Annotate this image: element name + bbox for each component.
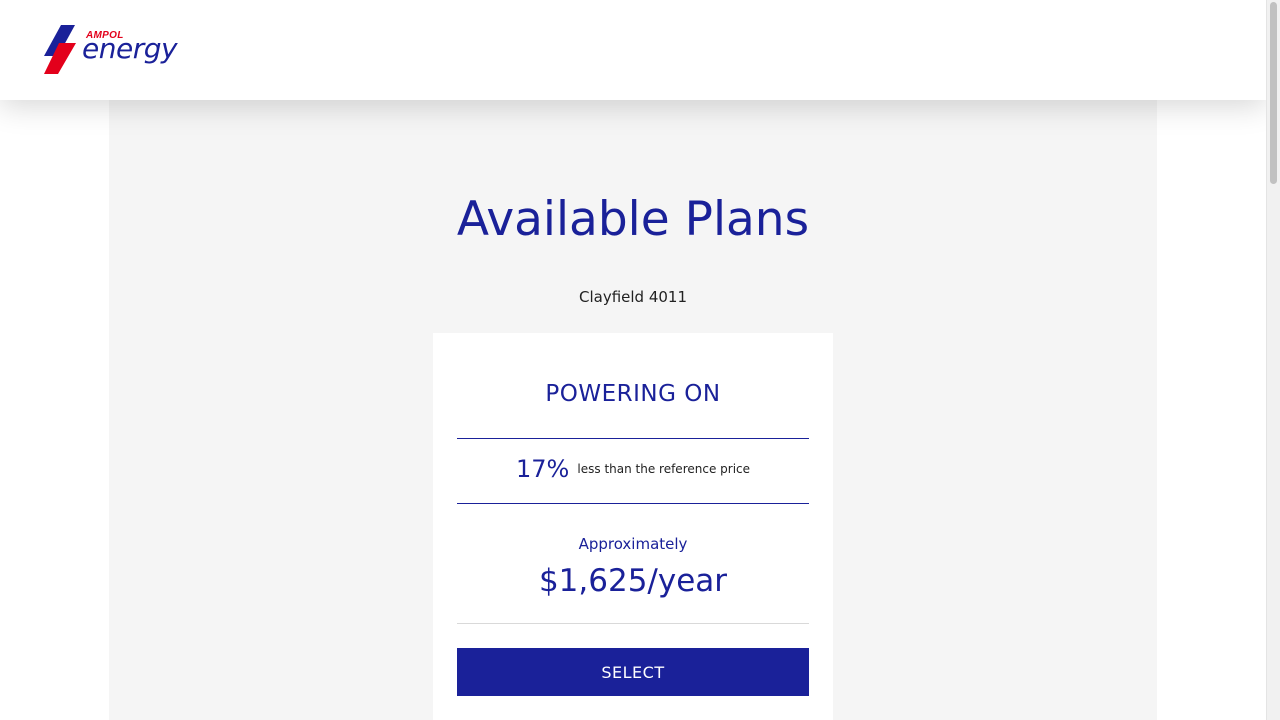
ampol-bolt-logo-icon: [44, 25, 76, 74]
logo-product-text: energy: [82, 32, 178, 65]
vertical-scrollbar[interactable]: [1266, 0, 1280, 720]
page: AMPOL energy Available Plans Clayfield 4…: [0, 0, 1280, 720]
plan-card: POWERING ON 17% less than the reference …: [433, 333, 833, 720]
select-button[interactable]: SELECT: [457, 648, 809, 696]
discount-percent: 17%: [515, 455, 570, 483]
plan-name: POWERING ON: [545, 381, 721, 407]
discount-row: 17% less than the reference price: [433, 455, 833, 483]
page-title: Available Plans: [456, 192, 810, 247]
site-header: AMPOL energy: [0, 0, 1266, 100]
scrollbar-thumb[interactable]: [1270, 2, 1277, 184]
approx-label: Approximately: [578, 535, 688, 553]
divider: [457, 503, 809, 504]
ampol-energy-logo[interactable]: AMPOL energy: [44, 24, 194, 76]
divider: [457, 438, 809, 439]
discount-text: less than the reference price: [577, 462, 751, 476]
plans-content: Available Plans Clayfield 4011 POWERING …: [109, 100, 1157, 720]
plan-price: $1,625/year: [538, 563, 728, 599]
divider: [457, 623, 809, 624]
location-text: Clayfield 4011: [578, 288, 688, 306]
